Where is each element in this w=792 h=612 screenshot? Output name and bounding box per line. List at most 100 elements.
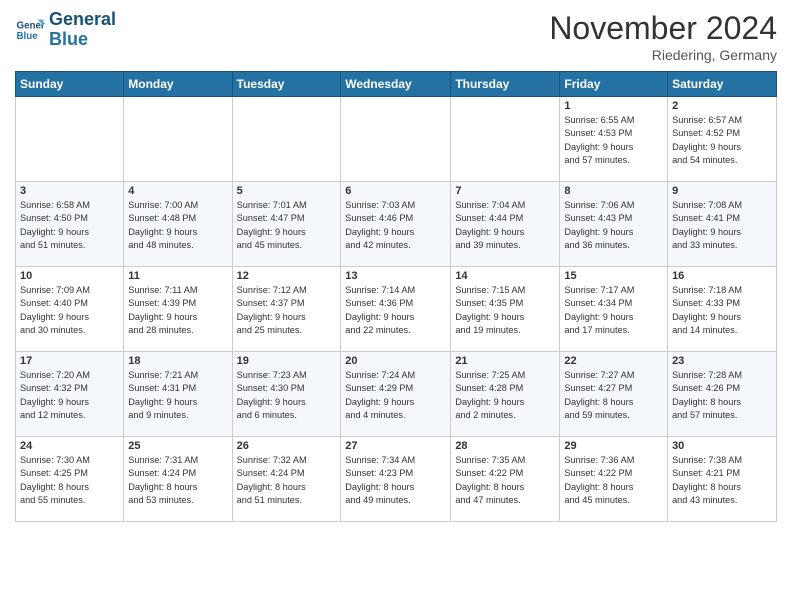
week-row-1: 1 Sunrise: 6:55 AMSunset: 4:53 PMDaylight…	[16, 97, 777, 182]
day-cell: 27 Sunrise: 7:34 AMSunset: 4:23 PMDayligh…	[341, 437, 451, 522]
day-cell: 21 Sunrise: 7:25 AMSunset: 4:28 PMDayligh…	[451, 352, 560, 437]
day-number: 2	[672, 100, 772, 112]
day-cell: 12Sunrise: 7:12 AMSunset: 4:37 PMDayligh…	[232, 267, 341, 352]
day-number: 19	[237, 355, 337, 367]
weekday-header-saturday: Saturday	[668, 72, 777, 97]
weekday-header-sunday: Sunday	[16, 72, 124, 97]
day-detail: Sunrise: 7:31 AMSunset: 4:24 PMDaylight:…	[128, 454, 227, 507]
day-number: 30	[672, 440, 772, 452]
day-cell: 13 Sunrise: 7:14 AMSunset: 4:36 PMDayligh…	[341, 267, 451, 352]
day-cell: 28 Sunrise: 7:35 AMSunset: 4:22 PMDayligh…	[451, 437, 560, 522]
day-cell: 29 Sunrise: 7:36 AMSunset: 4:22 PMDayligh…	[560, 437, 668, 522]
day-number: 7	[455, 185, 555, 197]
day-cell: 19 Sunrise: 7:23 AMSunset: 4:30 PMDayligh…	[232, 352, 341, 437]
day-detail: Sunrise: 7:18 AMSunset: 4:33 PMDaylight:…	[672, 284, 772, 337]
day-detail: Sunrise: 6:57 AMSunset: 4:52 PMDaylight:…	[672, 114, 772, 167]
day-number: 1	[564, 100, 663, 112]
day-detail: Sunrise: 7:35 AMSunset: 4:22 PMDaylight:…	[455, 454, 555, 507]
day-detail: Sunrise: 7:14 AMSunset: 4:36 PMDaylight:…	[345, 284, 446, 337]
day-cell: 16 Sunrise: 7:18 AMSunset: 4:33 PMDayligh…	[668, 267, 777, 352]
day-detail: Sunrise: 7:20 AMSunset: 4:32 PMDaylight:…	[20, 369, 119, 422]
day-number: 6	[345, 185, 446, 197]
header: General Blue General Blue November 2024 …	[15, 10, 777, 63]
day-number: 26	[237, 440, 337, 452]
weekday-header-monday: Monday	[124, 72, 232, 97]
day-detail: Sunrise: 7:25 AMSunset: 4:28 PMDaylight:…	[455, 369, 555, 422]
day-detail: Sunrise: 6:55 AMSunset: 4:53 PMDaylight:…	[564, 114, 663, 167]
weekday-header-friday: Friday	[560, 72, 668, 97]
day-cell: 7Sunrise: 7:04 AMSunset: 4:44 PMDaylight…	[451, 182, 560, 267]
page: General Blue General Blue November 2024 …	[0, 0, 792, 537]
day-detail: Sunrise: 7:23 AMSunset: 4:30 PMDaylight:…	[237, 369, 337, 422]
day-cell: 18 Sunrise: 7:21 AMSunset: 4:31 PMDayligh…	[124, 352, 232, 437]
day-number: 15	[564, 270, 663, 282]
day-number: 28	[455, 440, 555, 452]
logo-line1: General	[49, 10, 116, 30]
week-row-4: 17 Sunrise: 7:20 AMSunset: 4:32 PMDayligh…	[16, 352, 777, 437]
day-number: 14	[455, 270, 555, 282]
day-number: 25	[128, 440, 227, 452]
day-number: 29	[564, 440, 663, 452]
day-detail: Sunrise: 7:34 AMSunset: 4:23 PMDaylight:…	[345, 454, 446, 507]
day-detail: Sunrise: 7:36 AMSunset: 4:22 PMDaylight:…	[564, 454, 663, 507]
day-number: 5	[237, 185, 337, 197]
day-cell	[232, 97, 341, 182]
day-number: 13	[345, 270, 446, 282]
weekday-header-wednesday: Wednesday	[341, 72, 451, 97]
day-detail: Sunrise: 7:09 AMSunset: 4:40 PMDaylight:…	[20, 284, 119, 337]
day-detail: Sunrise: 6:58 AMSunset: 4:50 PMDaylight:…	[20, 199, 119, 252]
day-detail: Sunrise: 7:12 AMSunset: 4:37 PMDaylight:…	[237, 284, 337, 337]
svg-text:Blue: Blue	[17, 31, 39, 42]
day-detail: Sunrise: 7:24 AMSunset: 4:29 PMDaylight:…	[345, 369, 446, 422]
location: Riedering, Germany	[549, 47, 777, 63]
weekday-header-row: SundayMondayTuesdayWednesdayThursdayFrid…	[16, 72, 777, 97]
day-cell: 4Sunrise: 7:00 AMSunset: 4:48 PMDaylight…	[124, 182, 232, 267]
day-detail: Sunrise: 7:30 AMSunset: 4:25 PMDaylight:…	[20, 454, 119, 507]
day-number: 16	[672, 270, 772, 282]
day-cell: 8 Sunrise: 7:06 AMSunset: 4:43 PMDaylight…	[560, 182, 668, 267]
day-cell: 17 Sunrise: 7:20 AMSunset: 4:32 PMDayligh…	[16, 352, 124, 437]
day-cell: 2 Sunrise: 6:57 AMSunset: 4:52 PMDaylight…	[668, 97, 777, 182]
day-number: 17	[20, 355, 119, 367]
day-cell: 14 Sunrise: 7:15 AMSunset: 4:35 PMDayligh…	[451, 267, 560, 352]
logo: General Blue General Blue	[15, 10, 116, 50]
weekday-header-thursday: Thursday	[451, 72, 560, 97]
day-number: 3	[20, 185, 119, 197]
title-block: November 2024 Riedering, Germany	[549, 10, 777, 63]
day-detail: Sunrise: 7:06 AMSunset: 4:43 PMDaylight:…	[564, 199, 663, 252]
week-row-3: 10 Sunrise: 7:09 AMSunset: 4:40 PMDayligh…	[16, 267, 777, 352]
day-number: 10	[20, 270, 119, 282]
day-detail: Sunrise: 7:15 AMSunset: 4:35 PMDaylight:…	[455, 284, 555, 337]
day-detail: Sunrise: 7:32 AMSunset: 4:24 PMDaylight:…	[237, 454, 337, 507]
day-cell	[124, 97, 232, 182]
day-cell	[16, 97, 124, 182]
day-cell: 15 Sunrise: 7:17 AMSunset: 4:34 PMDayligh…	[560, 267, 668, 352]
day-detail: Sunrise: 7:01 AMSunset: 4:47 PMDaylight:…	[237, 199, 337, 252]
day-cell	[451, 97, 560, 182]
day-detail: Sunrise: 7:00 AMSunset: 4:48 PMDaylight:…	[128, 199, 227, 252]
day-number: 27	[345, 440, 446, 452]
day-cell: 1 Sunrise: 6:55 AMSunset: 4:53 PMDaylight…	[560, 97, 668, 182]
month-title: November 2024	[549, 10, 777, 47]
day-cell: 11Sunrise: 7:11 AMSunset: 4:39 PMDayligh…	[124, 267, 232, 352]
day-detail: Sunrise: 7:38 AMSunset: 4:21 PMDaylight:…	[672, 454, 772, 507]
day-detail: Sunrise: 7:11 AMSunset: 4:39 PMDaylight:…	[128, 284, 227, 337]
day-cell: 6Sunrise: 7:03 AMSunset: 4:46 PMDaylight…	[341, 182, 451, 267]
day-number: 21	[455, 355, 555, 367]
day-cell: 26 Sunrise: 7:32 AMSunset: 4:24 PMDayligh…	[232, 437, 341, 522]
logo-icon: General Blue	[15, 15, 45, 45]
day-cell: 9Sunrise: 7:08 AMSunset: 4:41 PMDaylight…	[668, 182, 777, 267]
day-detail: Sunrise: 7:28 AMSunset: 4:26 PMDaylight:…	[672, 369, 772, 422]
day-number: 20	[345, 355, 446, 367]
day-detail: Sunrise: 7:08 AMSunset: 4:41 PMDaylight:…	[672, 199, 772, 252]
day-detail: Sunrise: 7:17 AMSunset: 4:34 PMDaylight:…	[564, 284, 663, 337]
day-number: 22	[564, 355, 663, 367]
day-cell: 5 Sunrise: 7:01 AMSunset: 4:47 PMDaylight…	[232, 182, 341, 267]
day-detail: Sunrise: 7:21 AMSunset: 4:31 PMDaylight:…	[128, 369, 227, 422]
day-number: 24	[20, 440, 119, 452]
day-number: 8	[564, 185, 663, 197]
week-row-2: 3 Sunrise: 6:58 AMSunset: 4:50 PMDaylight…	[16, 182, 777, 267]
day-cell: 23Sunrise: 7:28 AMSunset: 4:26 PMDayligh…	[668, 352, 777, 437]
day-number: 18	[128, 355, 227, 367]
day-cell: 30 Sunrise: 7:38 AMSunset: 4:21 PMDayligh…	[668, 437, 777, 522]
